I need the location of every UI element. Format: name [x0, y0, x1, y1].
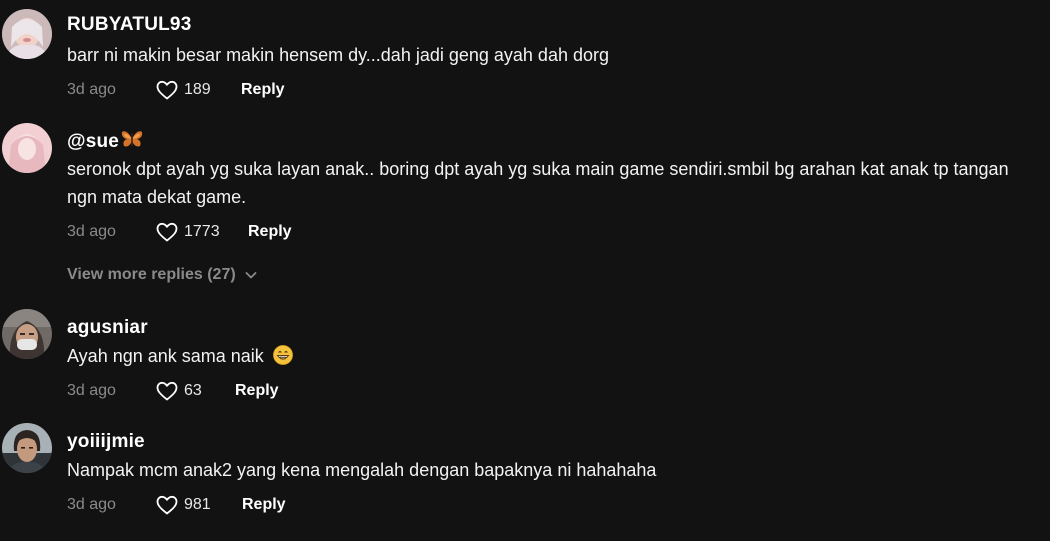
comment-text: Ayah ngn ank sama naik [67, 342, 1042, 373]
timestamp: 3d ago [67, 496, 116, 513]
like-count: 189 [184, 81, 211, 98]
comment-meta: 3d ago 1773 Reply [67, 220, 292, 244]
like-count: 1773 [184, 223, 220, 240]
like-button[interactable]: 1773 [155, 220, 248, 244]
username[interactable]: @sue [67, 129, 143, 155]
reply-button[interactable]: Reply [248, 223, 292, 241]
avatar[interactable] [2, 423, 52, 473]
comment-text-content: Ayah ngn ank sama naik [67, 346, 264, 366]
reply-button[interactable]: Reply [242, 496, 286, 514]
chevron-down-icon [245, 272, 257, 279]
username-text: RUBYATUL93 [67, 14, 192, 35]
avatar-image [2, 309, 52, 359]
comment-text-content: Nampak mcm anak2 yang kena mengalah deng… [67, 460, 657, 480]
avatar[interactable] [2, 309, 52, 359]
comment-text-content: seronok dpt ayah yg suka layan anak.. bo… [67, 159, 1009, 207]
avatar-image [2, 9, 52, 59]
username-text: agusniar [67, 317, 148, 338]
username[interactable]: agusniar [67, 317, 148, 339]
avatar-image [2, 123, 52, 173]
heart-outline-icon [156, 495, 178, 515]
heart-outline-icon [156, 222, 178, 242]
timestamp: 3d ago [67, 81, 116, 98]
heart-outline-icon [156, 381, 178, 401]
grinning-face-emoji [272, 345, 293, 373]
avatar[interactable] [2, 9, 52, 59]
like-count: 981 [184, 496, 211, 513]
like-button[interactable]: 63 [155, 379, 235, 403]
timestamp: 3d ago [67, 223, 116, 240]
comment-meta: 3d ago 981 Reply [67, 493, 286, 517]
comment-meta: 3d ago 189 Reply [67, 78, 285, 102]
username[interactable]: yoiiijmie [67, 431, 145, 453]
timestamp: 3d ago [67, 382, 116, 399]
view-more-replies-label: View more replies (27) [67, 266, 236, 283]
username[interactable]: RUBYATUL93 [67, 14, 191, 36]
username-text: @sue [67, 131, 120, 152]
avatar[interactable] [2, 123, 52, 173]
like-count: 63 [184, 382, 202, 399]
reply-button[interactable]: Reply [235, 382, 279, 400]
like-button[interactable]: 189 [155, 78, 241, 102]
butterfly-emoji [121, 129, 143, 155]
username-text: yoiiijmie [67, 431, 145, 452]
reply-button[interactable]: Reply [241, 81, 285, 99]
heart-outline-icon [156, 80, 178, 100]
view-more-replies-button[interactable]: View more replies (27) [67, 266, 258, 284]
comment-text: barr ni makin besar makin hensem dy...da… [67, 41, 1042, 69]
comment-text-content: barr ni makin besar makin hensem dy...da… [67, 45, 609, 65]
comment-meta: 3d ago 63 Reply [67, 379, 279, 403]
comment-text: seronok dpt ayah yg suka layan anak.. bo… [67, 155, 1042, 211]
avatar-image [2, 423, 52, 473]
comment-text: Nampak mcm anak2 yang kena mengalah deng… [67, 456, 1042, 484]
like-button[interactable]: 981 [155, 493, 242, 517]
